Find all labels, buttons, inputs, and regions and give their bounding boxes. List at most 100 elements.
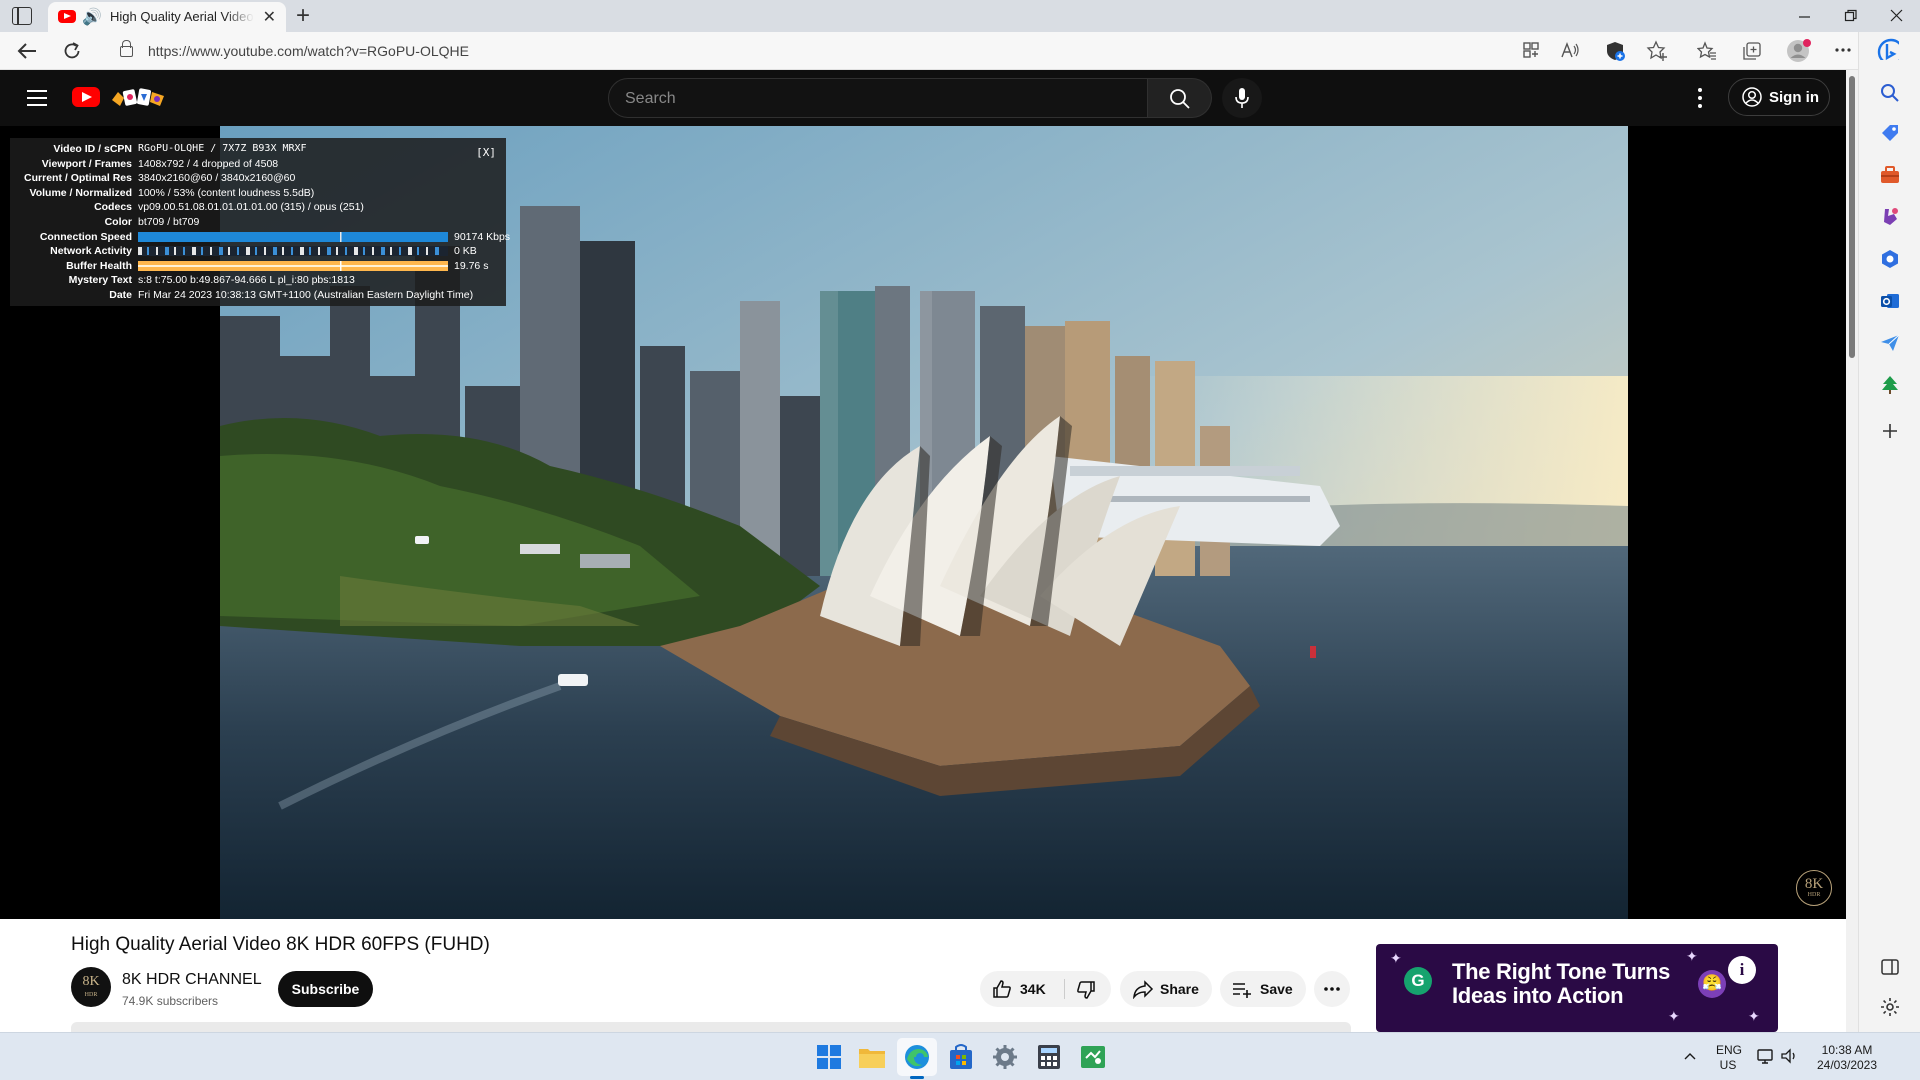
channel-avatar[interactable]: 8K HDR [71,967,111,1007]
browser-essentials-icon[interactable] [1604,40,1626,62]
show-hidden-icons-icon[interactable] [1683,1051,1697,1061]
games-icon[interactable] [1879,206,1901,228]
network-icon[interactable] [1756,1047,1774,1065]
voice-search-button[interactable] [1222,78,1262,118]
stats-value: 1408x792 / 4 dropped of 4508 [138,157,279,170]
stats-label: Mystery Text [68,274,132,287]
subscribe-button[interactable]: Subscribe [278,971,373,1007]
page-scrollbar[interactable] [1846,70,1858,1032]
channel-name[interactable]: 8K HDR CHANNEL [122,971,262,989]
restore-icon[interactable] [1844,9,1858,23]
sticky-app-icon[interactable] [1078,1042,1108,1072]
menu-icon[interactable] [27,90,47,106]
share-button[interactable]: Share [1120,971,1212,1007]
grammarly-ad-banner[interactable]: ✦ ✦ ✦ ✦ G The Right Tone Turns Ideas int… [1376,944,1778,1032]
stats-value: 0 KB [454,245,477,258]
back-icon[interactable] [16,41,38,61]
browser-tab-active[interactable]: 🔊 High Quality Aerial Video 8K HDR 60FPS… [48,2,286,32]
youtube-logo-icon[interactable] [72,87,100,107]
start-icon[interactable] [814,1042,844,1072]
app-available-icon[interactable] [1522,41,1540,59]
stats-close-button[interactable]: [X] [476,146,496,161]
clock[interactable]: 10:38 AM 24/03/2023 [1814,1043,1880,1073]
search-box[interactable] [608,78,1148,118]
language-indicator[interactable]: ENG US [1716,1043,1743,1073]
language-line2: US [1719,1058,1737,1072]
channel-watermark[interactable]: 8K HDR [1796,870,1832,906]
network-activity-graph [138,246,448,257]
favorites-icon[interactable] [1697,41,1717,61]
stats-label: Current / Optimal Res [24,172,132,185]
tools-briefcase-icon[interactable] [1879,164,1901,186]
dislike-button[interactable] [1065,971,1111,1007]
stats-value: s:8 t:75.00 b:49.867-94.666 L pl_i:80 pb… [138,274,355,287]
search-sidebar-icon[interactable] [1879,82,1901,104]
search-button[interactable] [1148,78,1212,118]
grammarly-logo-icon: G [1404,967,1432,995]
new-tab-button[interactable]: + [296,2,310,30]
stats-value: 19.76 s [454,259,489,272]
youtube-masthead: Sign in [0,70,1846,126]
save-label: Save [1260,981,1293,997]
read-aloud-icon[interactable] [1560,41,1580,59]
minimize-icon[interactable] [1798,10,1812,24]
tab-actions-icon[interactable] [12,7,32,25]
sidebar-layout-icon[interactable] [1879,956,1901,978]
like-button[interactable]: 34K [980,971,1064,1007]
settings-more-icon[interactable] [1834,47,1852,53]
calculator-icon[interactable] [1034,1042,1064,1072]
edge-sidebar [1858,32,1920,1032]
volume-icon[interactable] [1780,1047,1798,1065]
settings-icon[interactable] [990,1042,1020,1072]
video-details: High Quality Aerial Video 8K HDR 60FPS (… [0,919,1846,1032]
tab-close-icon[interactable]: ✕ [263,7,276,27]
stats-value: Fri Mar 24 2023 10:38:13 GMT+1100 (Austr… [138,289,474,301]
language-line1: ENG [1716,1043,1743,1057]
url-text[interactable]: https://www.youtube.com/watch?v=RGoPU-OL… [148,43,469,59]
screen: 🔊 High Quality Aerial Video 8K HDR 60FPS… [0,0,1920,1080]
file-explorer-icon[interactable] [857,1042,887,1072]
window-close-icon[interactable] [1890,9,1904,23]
store-icon[interactable] [946,1042,976,1072]
speaker-icon[interactable]: 🔊 [82,7,102,27]
windows-taskbar: ENG US 10:38 AM 24/03/2023 [0,1032,1920,1080]
lock-icon[interactable] [120,40,133,57]
save-button[interactable]: Save [1220,971,1306,1007]
stats-label: Connection Speed [39,230,132,243]
edge-icon[interactable] [902,1042,932,1072]
refresh-icon[interactable] [62,41,82,61]
scrollbar-thumb[interactable] [1849,76,1855,358]
avatar-text-top: 8K [82,974,100,989]
bing-chat-icon[interactable] [1877,38,1899,60]
collections-icon[interactable] [1742,41,1762,61]
send-plane-icon[interactable] [1879,332,1901,354]
stats-value: 90174 Kbps [454,230,511,243]
sign-in-button[interactable]: Sign in [1728,78,1830,116]
tree-icon[interactable] [1879,374,1901,396]
search-input[interactable] [625,88,1125,110]
sparkle-icon: ✦ [1686,948,1698,964]
add-favorite-icon[interactable] [1646,40,1668,62]
add-sidebar-app-icon[interactable] [1879,420,1901,442]
watermark-bottom: HDR [1807,892,1821,898]
outlook-icon[interactable] [1879,290,1901,312]
stats-label: Buffer Health [66,259,132,272]
sidebar-settings-icon[interactable] [1879,996,1901,1018]
shopping-tag-icon[interactable] [1879,122,1901,144]
youtube-doodle-icon[interactable] [110,86,168,110]
settings-menu-icon[interactable] [1698,88,1702,108]
stats-value: RGoPU-OLQHE / 7X7Z B93X MRXF [138,143,307,154]
microphone-icon [1235,88,1249,108]
stats-label: Codecs [94,201,132,214]
description-box-edge [71,1022,1351,1032]
profile-icon[interactable] [1786,38,1812,64]
stats-label: Volume / Normalized [29,186,133,199]
microsoft365-icon[interactable] [1879,248,1901,270]
more-actions-button[interactable] [1314,971,1350,1007]
connection-speed-graph [138,231,448,242]
stats-value: bt709 / bt709 [138,216,200,228]
share-icon [1133,980,1154,999]
emoji-icon: 😤 [1698,970,1726,998]
stats-value: 3840x2160@60 / 3840x2160@60 [138,172,296,185]
ad-info-button[interactable]: i [1728,956,1756,984]
